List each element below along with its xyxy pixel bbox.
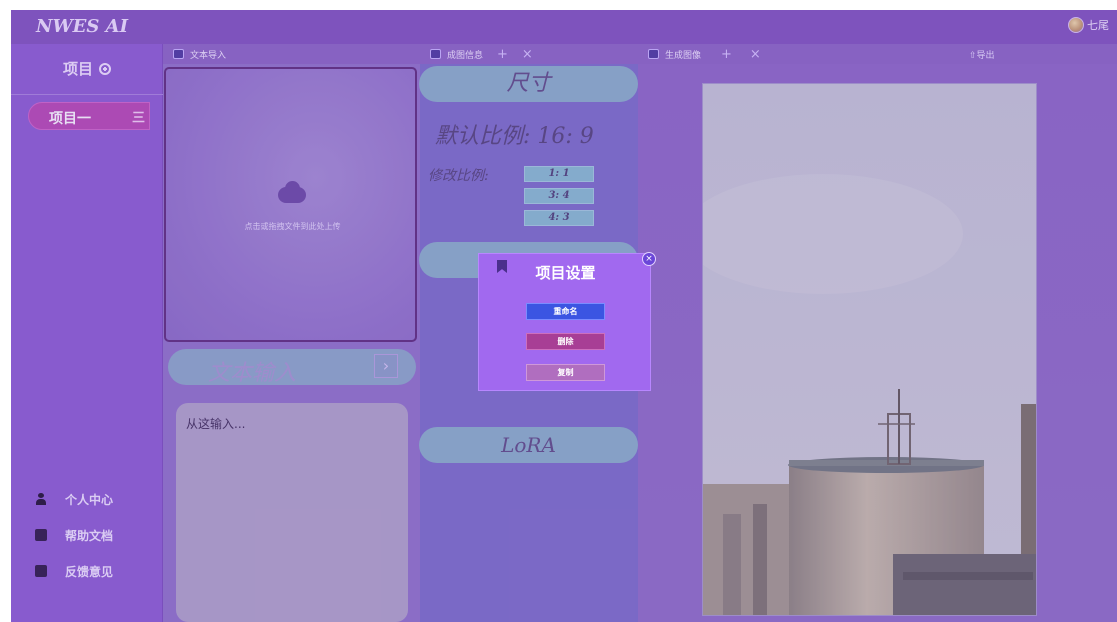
upload-dropzone[interactable]: 点击或拖拽文件到此处上传 xyxy=(164,67,417,342)
sidebar-item-project[interactable]: 项目一 三 xyxy=(28,102,150,130)
nav-personal-center[interactable]: 个人中心 xyxy=(35,481,113,517)
sidebar: 项目 项目一 三 个人中心 帮助文档 反馈意见 xyxy=(11,44,163,622)
close-tab-icon[interactable]: × xyxy=(750,47,761,62)
copy-button[interactable]: 复制 xyxy=(526,364,605,381)
text-input-title: 文本输入 xyxy=(208,361,297,386)
bottom-nav: 个人中心 帮助文档 反馈意见 xyxy=(35,481,113,589)
avatar[interactable] xyxy=(1068,17,1084,33)
project-settings-modal: 项目设置 × 重命名 删除 复制 xyxy=(478,252,656,391)
generated-image xyxy=(702,83,1037,616)
top-bar: NWES AI 七尾 xyxy=(11,10,1117,44)
tab-label: 成图信息 xyxy=(447,50,484,61)
projects-header-label: 项目 xyxy=(62,60,93,78)
export-icon: ⇧ xyxy=(969,51,977,61)
image-icon xyxy=(648,49,659,59)
rename-button[interactable]: 重命名 xyxy=(526,303,605,320)
nav-label: 个人中心 xyxy=(65,492,114,507)
ratio-3-4-button[interactable]: 3: 4 xyxy=(524,188,594,204)
nav-feedback[interactable]: 反馈意见 xyxy=(35,553,113,589)
add-tab-icon[interactable]: + xyxy=(497,47,508,62)
add-project-icon[interactable] xyxy=(99,63,111,75)
tab-image-info[interactable]: 成图信息 + × xyxy=(420,44,638,64)
export-button[interactable]: ⇧导出 xyxy=(969,48,995,61)
export-label: 导出 xyxy=(976,51,995,61)
help-doc-icon xyxy=(35,529,47,541)
projects-header: 项目 xyxy=(11,58,163,79)
default-ratio: 默认比例: 16: 9 xyxy=(435,124,594,149)
upload-hint: 点击或拖拽文件到此处上传 xyxy=(244,222,341,231)
close-tab-icon[interactable]: × xyxy=(522,47,533,62)
nav-help-docs[interactable]: 帮助文档 xyxy=(35,517,113,553)
modify-ratio-label: 修改比例: xyxy=(428,168,489,184)
industrial-tank-photo xyxy=(703,84,1036,615)
file-import-icon xyxy=(173,49,184,59)
sidebar-divider xyxy=(11,94,163,95)
app-window: NWES AI 七尾 项目 项目一 三 个人中心 帮助文档 反馈意见 文本导入 … xyxy=(11,10,1117,622)
lora-header[interactable]: LoRA xyxy=(419,427,638,463)
modal-title: 项目设置 xyxy=(535,264,596,282)
tab-text-import[interactable]: 文本导入 xyxy=(163,44,420,64)
text-input-placeholder: 从这输入... xyxy=(186,417,246,431)
brand-logo: NWES AI xyxy=(36,16,129,37)
user-profile[interactable]: 七尾 xyxy=(1068,17,1109,33)
feedback-icon xyxy=(35,565,47,577)
project-item-label: 项目一 xyxy=(49,111,91,127)
image-info-icon xyxy=(430,49,441,59)
ratio-1-1-button[interactable]: 1: 1 xyxy=(524,166,594,182)
cloud-upload-icon xyxy=(278,181,306,203)
dimensions-header: 尺寸 xyxy=(419,66,638,102)
submit-arrow-button[interactable]: › xyxy=(374,354,398,378)
person-icon xyxy=(35,493,47,505)
tab-generated-image[interactable]: 生成图像 + × xyxy=(638,44,1117,64)
nav-label: 反馈意见 xyxy=(65,564,114,579)
add-tab-icon[interactable]: + xyxy=(721,47,732,62)
user-name[interactable]: 七尾 xyxy=(1087,17,1109,33)
tab-label: 文本导入 xyxy=(190,50,227,61)
tab-label: 生成图像 xyxy=(665,50,702,61)
ratio-4-3-button[interactable]: 4: 3 xyxy=(524,210,594,226)
delete-button[interactable]: 删除 xyxy=(526,333,605,350)
nav-label: 帮助文档 xyxy=(65,528,114,543)
text-input-area[interactable]: 从这输入... xyxy=(176,403,408,622)
project-menu-icon[interactable]: 三 xyxy=(132,107,145,126)
text-input-header: 文本输入 › xyxy=(168,349,416,386)
close-icon[interactable]: × xyxy=(642,252,656,266)
